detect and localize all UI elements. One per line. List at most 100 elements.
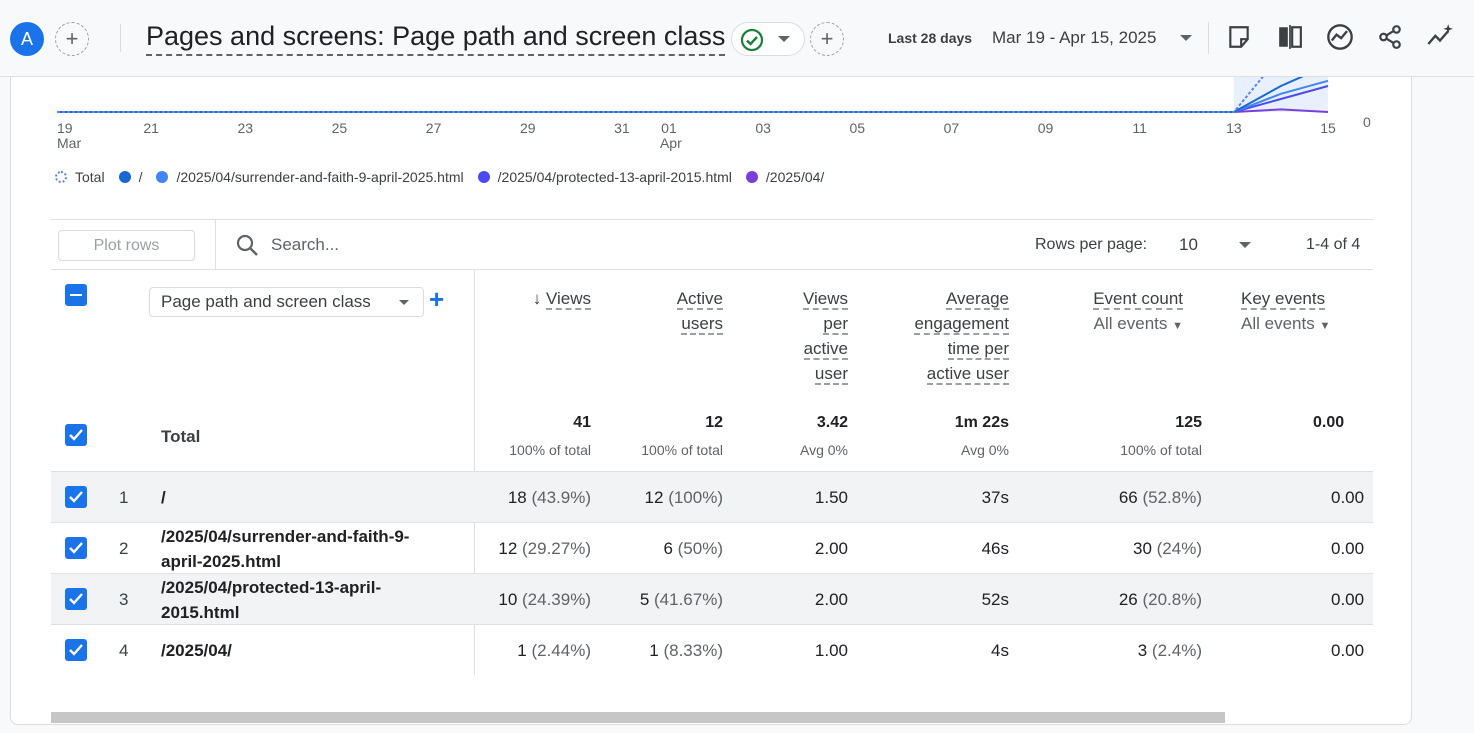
x-tick-label: 27 xyxy=(426,120,442,136)
event-filter-select[interactable]: All events ▼ xyxy=(1093,311,1183,339)
total-avg-engagement: 1m 22s xyxy=(954,414,1009,431)
report-card: 19 Mar 21 23 25 27 29 31 01 Apr 03 05 07 09 11 13 15 0 To… xyxy=(10,77,1412,725)
row-views-per-user: 1.50 xyxy=(814,488,848,507)
row-checkbox[interactable] xyxy=(65,639,87,661)
legend-swatch xyxy=(745,171,758,183)
active-users-header[interactable]: Active users xyxy=(676,286,723,336)
key-event-filter-select[interactable]: All events ▼ xyxy=(1241,311,1330,339)
views-header[interactable]: ↓ Views xyxy=(533,286,591,311)
row-active-users: 12 (100%) xyxy=(644,488,723,507)
x-tick-label: 11 xyxy=(1132,120,1147,136)
row-key-events: 0.00 xyxy=(1331,539,1365,558)
divider xyxy=(215,220,216,270)
note-icon[interactable] xyxy=(1224,22,1254,52)
x-tick-label: 15 xyxy=(1320,120,1336,136)
x-tick-label: 13 xyxy=(1226,120,1242,136)
row-dimension[interactable]: /2025/04/protected-13-april- 2015.html xyxy=(161,575,451,625)
legend-item[interactable]: /2025/04/surrender-and-faith-9-april-202… xyxy=(156,169,464,185)
data-table: Page path and screen class + ↓ Views Act… xyxy=(51,270,1373,675)
legend-item[interactable]: /2025/04/protected-13-april-2015.html xyxy=(477,169,732,185)
add-dimension-button[interactable]: + xyxy=(429,284,444,315)
total-views-per-user-sub: Avg 0% xyxy=(800,442,848,458)
x-tick-label: 05 xyxy=(849,120,865,136)
x-tick-label: 03 xyxy=(755,120,771,136)
legend-label: /2025/04/ xyxy=(765,169,825,185)
add-filter-button[interactable]: + xyxy=(810,22,844,56)
row-dimension[interactable]: /2025/04/ xyxy=(161,638,451,663)
row-checkbox[interactable] xyxy=(65,537,87,559)
plot-rows-button[interactable]: Plot rows xyxy=(58,230,195,261)
report-status-chip[interactable] xyxy=(731,22,805,56)
rows-per-page-select[interactable]: 10 xyxy=(1179,235,1198,255)
account-avatar[interactable]: A xyxy=(10,22,44,56)
insights-icon[interactable] xyxy=(1325,22,1355,52)
legend-swatch xyxy=(55,171,67,183)
select-all-checkbox[interactable] xyxy=(65,284,87,306)
row-avg-engagement: 4s xyxy=(991,641,1009,660)
legend-item[interactable]: / xyxy=(118,169,143,185)
line-chart[interactable]: 19Mar 21 23 25 27 29 31 01Apr 03 05 07 09 11 13 15 0 xyxy=(11,77,1411,162)
check-icon xyxy=(69,644,83,656)
row-event-count: 30 (24%) xyxy=(1132,539,1202,558)
date-range-picker[interactable]: Mar 19 - Apr 15, 2025 xyxy=(992,28,1156,48)
sparkle-icon[interactable] xyxy=(1425,22,1455,52)
total-active-users: 12 xyxy=(705,414,723,431)
series-line[interactable] xyxy=(57,79,1329,113)
check-icon xyxy=(69,491,83,503)
plus-icon: + xyxy=(820,26,834,51)
row-checkbox[interactable] xyxy=(65,588,87,610)
total-avg-engagement-sub: Avg 0% xyxy=(961,442,1009,458)
series-line[interactable] xyxy=(57,77,1328,113)
table-row[interactable]: 4 /2025/04/ 1 (2.44%) 1 (8.33%) 1.00 4s … xyxy=(51,624,1373,675)
search-input[interactable] xyxy=(271,230,571,260)
row-dimension[interactable]: /2025/04/surrender-and-faith-9- april-202… xyxy=(161,524,451,574)
avg-engagement-header[interactable]: Average engagement time per active user xyxy=(914,286,1009,386)
search-icon xyxy=(236,234,258,256)
share-icon[interactable] xyxy=(1375,22,1405,52)
divider xyxy=(120,24,121,52)
minus-icon xyxy=(70,294,82,296)
row-checkbox[interactable] xyxy=(65,486,87,508)
row-views: 1 (2.44%) xyxy=(517,641,591,660)
add-comparison-button[interactable]: + xyxy=(55,22,89,56)
chevron-down-icon xyxy=(778,36,790,42)
total-checkbox[interactable] xyxy=(65,424,87,446)
row-key-events: 0.00 xyxy=(1331,488,1365,507)
chevron-down-icon[interactable] xyxy=(1180,35,1192,41)
compare-icon[interactable] xyxy=(1275,22,1305,52)
table-row[interactable]: 3 /2025/04/protected-13-april- 2015.html … xyxy=(51,573,1373,624)
views-per-user-header[interactable]: Views per active user xyxy=(802,286,848,386)
legend-item[interactable]: Total xyxy=(55,169,105,185)
legend-item[interactable]: /2025/04/ xyxy=(745,169,825,185)
legend-swatch xyxy=(156,171,169,183)
row-views: 12 (29.27%) xyxy=(498,539,591,558)
x-tick-label: 09 xyxy=(1038,120,1054,136)
rows-per-page-label: Rows per page: xyxy=(1035,236,1148,253)
x-tick-label: 01 xyxy=(661,120,677,136)
date-preset-label[interactable]: Last 28 days xyxy=(888,30,972,46)
check-icon xyxy=(69,429,83,441)
dimension-select[interactable]: Page path and screen class xyxy=(149,287,424,317)
x-tick-sublabel: Mar xyxy=(57,135,81,151)
row-views-per-user: 2.00 xyxy=(814,539,848,558)
legend-swatch xyxy=(477,171,490,183)
total-views: 41 xyxy=(573,414,591,431)
x-tick-label: 07 xyxy=(944,120,960,136)
row-number: 3 xyxy=(119,590,129,609)
table-row[interactable]: 1 / 18 (43.9%) 12 (100%) 1.50 37s 66 (52… xyxy=(51,471,1373,522)
event-count-header[interactable]: Event count All events ▼ xyxy=(1093,286,1183,339)
x-tick-label: 19 xyxy=(57,120,73,136)
check-circle-icon xyxy=(740,28,764,52)
legend-label: / xyxy=(138,169,143,185)
row-dimension[interactable]: / xyxy=(161,485,451,510)
key-events-header[interactable]: Key events All events ▼ xyxy=(1241,286,1330,339)
row-number: 1 xyxy=(119,488,129,507)
report-title[interactable]: Pages and screens: Page path and screen … xyxy=(146,18,726,56)
report-header: A + Pages and screens: Page path and scr… xyxy=(0,0,1474,77)
series-line[interactable] xyxy=(57,85,1329,113)
row-active-users: 5 (41.67%) xyxy=(639,590,723,609)
chevron-down-icon[interactable] xyxy=(1239,242,1251,248)
table-row[interactable]: 2 /2025/04/surrender-and-faith-9- april-2… xyxy=(51,522,1373,573)
series-line[interactable] xyxy=(57,77,1328,113)
horizontal-scrollbar[interactable] xyxy=(51,712,1225,723)
